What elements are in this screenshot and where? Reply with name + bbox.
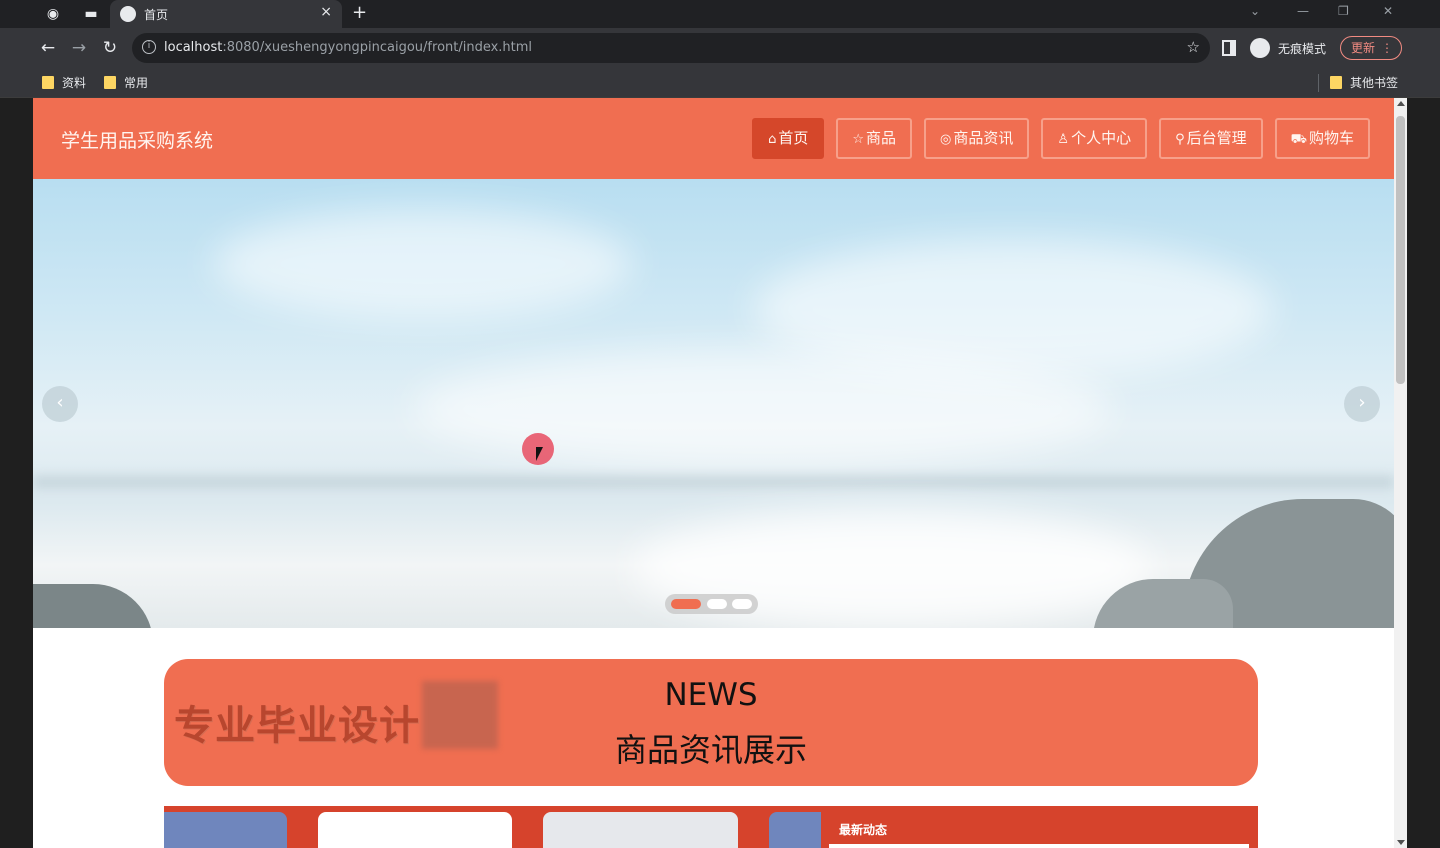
news-title-zh: 商品资讯展示 xyxy=(614,731,807,769)
chevron-right-icon: › xyxy=(1358,392,1366,413)
latest-news-divider xyxy=(829,844,1249,848)
folder-icon xyxy=(1330,76,1342,89)
browser-toolbar: ← → ↻ i localhost:8080/xueshengyongpinca… xyxy=(0,28,1440,68)
nav-cart[interactable]: ⛟ 购物车 xyxy=(1274,118,1370,159)
nav-label: 商品 xyxy=(866,129,897,147)
nav-product-news[interactable]: ◎ 商品资讯 xyxy=(924,118,1030,159)
bookmark-star-icon[interactable]: ☆ xyxy=(1187,38,1200,56)
nav-products[interactable]: ☆ 商品 xyxy=(836,118,913,159)
banner-cloud xyxy=(413,349,1113,469)
bookmark-separator xyxy=(1318,74,1319,92)
banner-carousel[interactable]: ‹ › xyxy=(33,179,1394,628)
news-thumbnail[interactable] xyxy=(769,812,821,848)
nav-label: 后台管理 xyxy=(1186,129,1247,147)
side-panel-icon[interactable] xyxy=(1222,40,1236,56)
news-thumbnail[interactable] xyxy=(543,812,738,848)
scrollbar-thumb[interactable] xyxy=(1396,116,1405,384)
carousel-prev-button[interactable]: ‹ xyxy=(42,386,78,422)
tab-groups-icon[interactable]: ▬ xyxy=(82,5,100,23)
restore-icon[interactable]: ❐ xyxy=(1338,4,1349,18)
incognito-label: 无痕模式 xyxy=(1278,42,1327,56)
other-bookmarks-label: 其他书签 xyxy=(1350,76,1399,90)
scroll-up-icon[interactable] xyxy=(1397,101,1405,106)
star-icon: ☆ xyxy=(852,132,865,147)
carousel-dot-3[interactable] xyxy=(732,599,752,609)
main-nav: ⌂ 首页 ☆ 商品 ◎ 商品资讯 ♙ 个人中心 ⚲ 后台管理 ⛟ 购物车 xyxy=(752,118,1370,159)
news-thumbnail[interactable] xyxy=(164,812,287,848)
carousel-next-button[interactable]: › xyxy=(1344,386,1380,422)
home-icon: ⌂ xyxy=(768,132,777,147)
site-info-icon[interactable]: i xyxy=(142,40,156,54)
link-icon: ⚲ xyxy=(1175,132,1185,147)
chevron-left-icon: ‹ xyxy=(56,392,64,413)
forward-icon[interactable]: → xyxy=(69,38,89,58)
minimize-icon[interactable]: — xyxy=(1297,4,1309,18)
update-button[interactable]: 更新 ⋮ xyxy=(1340,36,1402,60)
incognito-indicator[interactable]: 无痕模式 xyxy=(1250,36,1332,60)
nav-home[interactable]: ⌂ 首页 xyxy=(752,118,825,159)
chat-icon: ◎ xyxy=(940,132,952,147)
bookmark-folder-2[interactable]: 常用 xyxy=(104,74,148,91)
folder-icon xyxy=(104,76,116,89)
site-title[interactable]: 学生用品采购系统 xyxy=(61,126,213,153)
back-icon[interactable]: ← xyxy=(38,38,58,58)
banner-rock-left xyxy=(33,584,153,628)
tab-favicon-icon xyxy=(120,6,136,22)
url-path: :8080/xueshengyongpincaigou/front/index.… xyxy=(222,40,533,55)
news-section-header: 专业毕业设计 NEWS 商品资讯展示 xyxy=(164,659,1258,786)
bookmark-label: 资料 xyxy=(62,76,87,90)
close-window-icon[interactable]: ✕ xyxy=(1383,4,1393,18)
other-bookmarks[interactable]: 其他书签 xyxy=(1330,74,1398,91)
url-host: localhost xyxy=(164,40,223,55)
cursor-pointer-icon xyxy=(536,447,543,461)
new-tab-icon[interactable]: + xyxy=(352,2,367,23)
window-edge xyxy=(1407,98,1440,848)
update-label: 更新 xyxy=(1351,41,1376,55)
carousel-dot-2[interactable] xyxy=(707,599,727,609)
tab-close-icon[interactable]: × xyxy=(320,4,332,20)
cart-icon: ⛟ xyxy=(1290,132,1307,147)
incognito-icon xyxy=(1250,38,1270,58)
menu-dots-icon[interactable]: ⋮ xyxy=(1381,37,1393,59)
banner-cloud xyxy=(213,209,633,319)
browser-tab-bar: ◉ ▬ 首页 × + ⌄ — ❐ ✕ xyxy=(0,0,1440,28)
page-scrollbar[interactable] xyxy=(1394,98,1407,848)
nav-label: 首页 xyxy=(778,129,809,147)
news-list-section: 最新动态 xyxy=(164,806,1258,848)
carousel-indicators xyxy=(665,594,758,614)
reload-icon[interactable]: ↻ xyxy=(100,38,120,58)
bookmarks-bar: 资料 常用 其他书签 xyxy=(0,68,1440,98)
site-header: 学生用品采购系统 ⌂ 首页 ☆ 商品 ◎ 商品资讯 ♙ 个人中心 ⚲ 后台管理 ⛟ 购物车 xyxy=(33,98,1394,179)
news-thumbnail[interactable] xyxy=(318,812,512,848)
banner-horizon xyxy=(33,475,1394,489)
scroll-down-icon[interactable] xyxy=(1397,840,1405,845)
carousel-dot-1[interactable] xyxy=(671,599,701,609)
nav-user-center[interactable]: ♙ 个人中心 xyxy=(1041,118,1148,159)
news-title-en: NEWS xyxy=(664,677,758,713)
folder-icon xyxy=(42,76,54,89)
bookmark-label: 常用 xyxy=(124,76,149,90)
browser-globe-icon[interactable]: ◉ xyxy=(44,5,62,23)
address-bar[interactable]: i localhost:8080/xueshengyongpincaigou/f… xyxy=(132,33,1210,63)
nav-label: 个人中心 xyxy=(1071,129,1132,147)
tab-title: 首页 xyxy=(144,8,169,22)
browser-tab-home[interactable]: 首页 × xyxy=(110,0,342,28)
url-text[interactable]: localhost:8080/xueshengyongpincaigou/fro… xyxy=(164,40,532,55)
nav-label: 购物车 xyxy=(1308,129,1354,147)
web-page: 学生用品采购系统 ⌂ 首页 ☆ 商品 ◎ 商品资讯 ♙ 个人中心 ⚲ 后台管理 ⛟ 购物车 … xyxy=(33,98,1394,848)
nav-label: 商品资讯 xyxy=(953,129,1014,147)
latest-news-label: 最新动态 xyxy=(839,823,888,837)
nav-admin[interactable]: ⚲ 后台管理 xyxy=(1159,118,1263,159)
user-icon: ♙ xyxy=(1057,132,1070,147)
tab-search-icon[interactable]: ⌄ xyxy=(1250,4,1260,18)
bookmark-folder-1[interactable]: 资料 xyxy=(42,74,86,91)
mouse-cursor-highlight xyxy=(522,433,554,465)
